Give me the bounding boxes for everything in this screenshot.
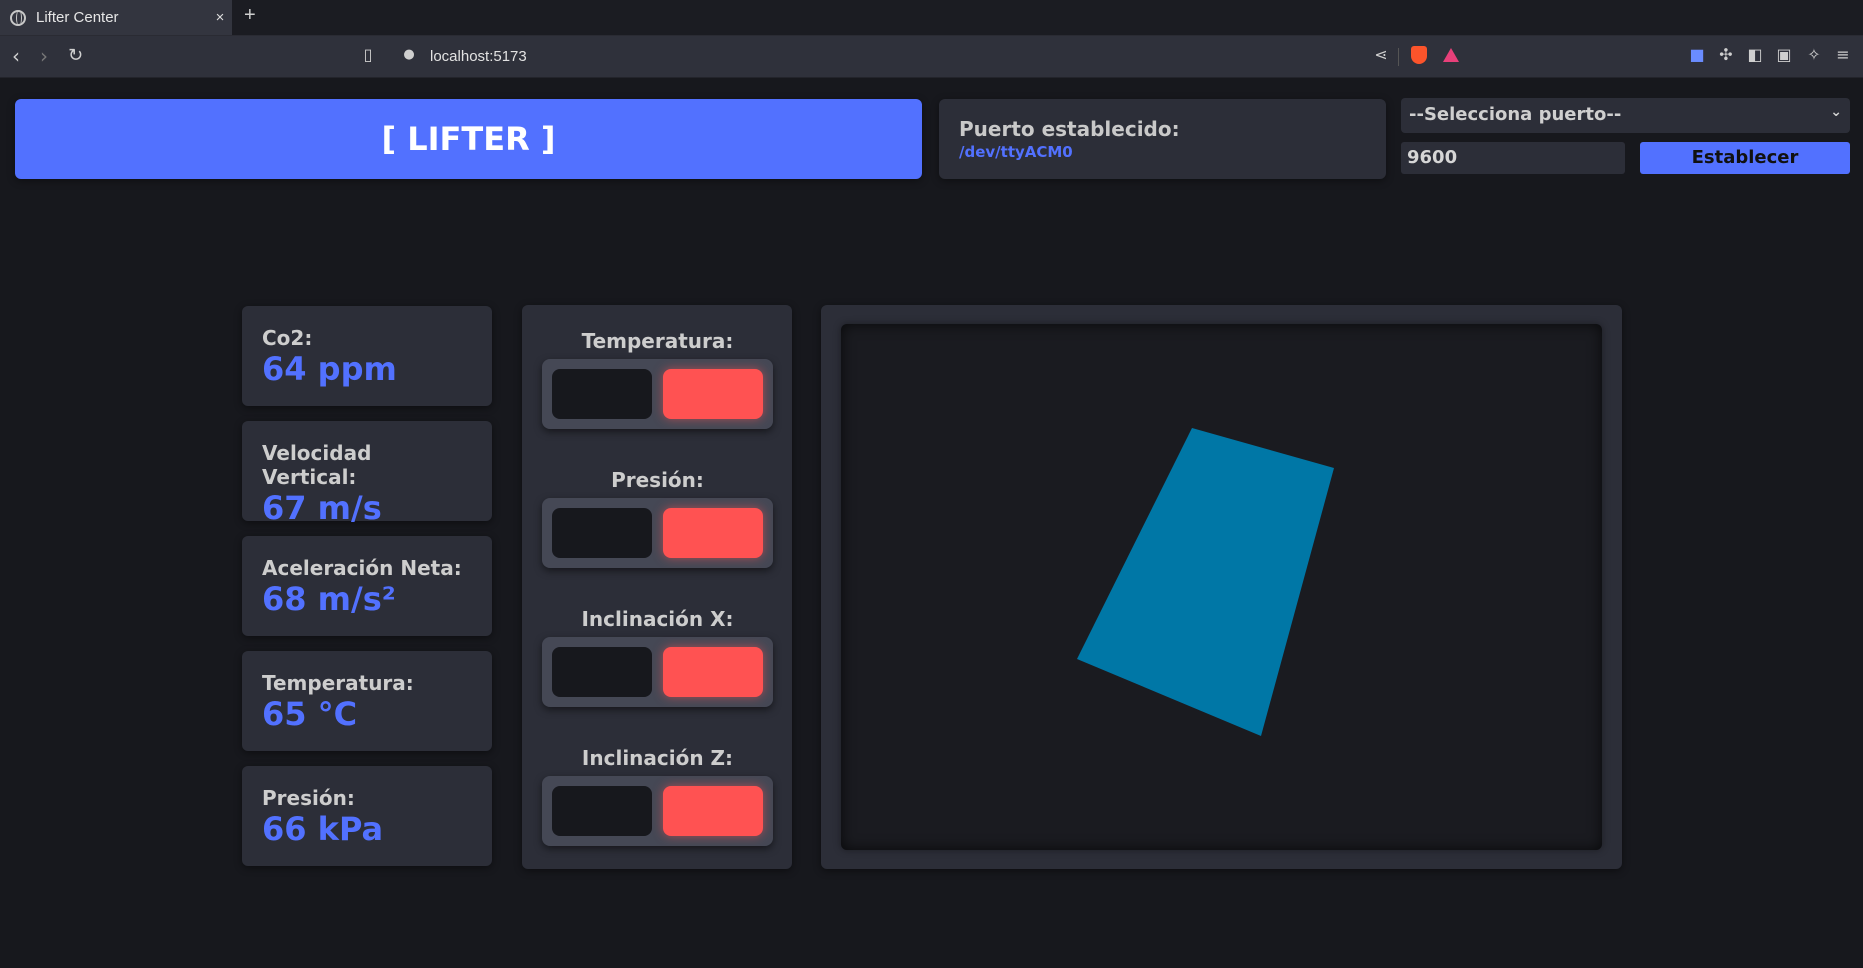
back-icon[interactable]: ‹ xyxy=(12,44,20,68)
forward-icon[interactable]: › xyxy=(40,44,48,68)
sidebar-icon[interactable]: ◧ xyxy=(1746,46,1764,64)
port-select[interactable]: --Selecciona puerto-- ⌄ xyxy=(1401,98,1850,133)
metric-value: 66 kPa xyxy=(262,810,384,848)
bookmark-icon[interactable]: ▯ xyxy=(359,46,377,64)
metric-value: 67 m/s xyxy=(262,489,382,527)
status-label: Inclinación Z: xyxy=(581,746,734,770)
metric-card-pressure: Presión: 66 kPa xyxy=(242,766,492,866)
toggle-alert-segment xyxy=(663,508,763,558)
status-label: Temperatura: xyxy=(581,329,734,353)
brave-shields-icon[interactable] xyxy=(1411,46,1427,64)
metric-value: 68 m/s² xyxy=(262,580,396,618)
set-port-button[interactable]: Establecer xyxy=(1640,142,1850,174)
port-status-card: Puerto establecido: /dev/ttyACM0 xyxy=(939,99,1386,179)
metric-value: 65 °C xyxy=(262,695,358,733)
baud-rate-input[interactable]: 9600 xyxy=(1401,142,1625,174)
port-status-value: /dev/ttyACM0 xyxy=(959,143,1073,161)
toggle-alert-segment xyxy=(663,369,763,419)
metric-label: Temperatura: xyxy=(262,671,414,695)
status-item-pressure: Presión: xyxy=(542,468,773,568)
brave-rewards-icon[interactable] xyxy=(1443,48,1459,62)
metric-card-co2: Co2: 64 ppm xyxy=(242,306,492,406)
port-status-label: Puerto establecido: xyxy=(959,117,1180,141)
address-bar: ‹ › ↻ ▯ ● localhost:5173 ⋖ ■ ✣ ◧ ▣ ✧ ≡ xyxy=(0,36,1863,78)
status-toggle[interactable] xyxy=(542,359,773,429)
status-item-temperature: Temperatura: xyxy=(542,329,773,429)
status-item-tilt-x: Inclinación X: xyxy=(542,607,773,707)
close-tab-icon[interactable]: × xyxy=(208,9,232,26)
url-input[interactable]: localhost:5173 xyxy=(430,48,527,65)
reload-icon[interactable]: ↻ xyxy=(68,45,83,66)
new-tab-button[interactable]: + xyxy=(244,4,256,27)
status-label: Presión: xyxy=(611,468,704,492)
chevron-down-icon: ⌄ xyxy=(1830,104,1842,120)
tab-title: Lifter Center xyxy=(36,9,119,26)
app-root: [ LIFTER ] Puerto establecido: /dev/ttyA… xyxy=(0,79,1863,968)
orientation-viewport[interactable] xyxy=(841,324,1602,850)
toolbar-divider xyxy=(1398,48,1399,66)
metric-card-net-acceleration: Aceleración Neta: 68 m/s² xyxy=(242,536,492,636)
metric-card-vertical-velocity: Velocidad Vertical: 67 m/s xyxy=(242,421,492,527)
status-toggle[interactable] xyxy=(542,498,773,568)
status-item-tilt-z: Inclinación Z: xyxy=(542,746,773,846)
metric-label: Presión: xyxy=(262,786,355,810)
info-icon[interactable]: ● xyxy=(400,46,418,64)
browser-tab[interactable]: Lifter Center × xyxy=(0,0,232,35)
status-toggle[interactable] xyxy=(542,776,773,846)
globe-icon xyxy=(10,9,26,26)
metric-label: Co2: xyxy=(262,326,313,350)
wallet-icon[interactable]: ▣ xyxy=(1775,46,1793,64)
metric-card-temperature: Temperatura: 65 °C xyxy=(242,651,492,751)
leo-icon[interactable]: ✧ xyxy=(1805,46,1823,64)
orientation-svg xyxy=(1077,428,1334,736)
metric-label: Velocidad Vertical: xyxy=(262,441,372,489)
toggle-off-segment xyxy=(552,508,652,558)
extension-icon[interactable]: ■ xyxy=(1688,46,1706,64)
status-label: Inclinación X: xyxy=(581,607,734,631)
lifter-3d-model xyxy=(1077,428,1334,736)
toggle-off-segment xyxy=(552,786,652,836)
orientation-panel xyxy=(821,305,1622,869)
puzzle-icon[interactable]: ✣ xyxy=(1717,46,1735,64)
status-panel: Temperatura: Presión: Inclinación X: Inc… xyxy=(522,305,792,869)
toggle-alert-segment xyxy=(663,786,763,836)
browser-tabbar: Lifter Center × + xyxy=(0,0,1863,36)
metric-value: 64 ppm xyxy=(262,350,397,388)
port-select-value: --Selecciona puerto-- xyxy=(1409,104,1622,125)
toggle-off-segment xyxy=(552,369,652,419)
toggle-alert-segment xyxy=(663,647,763,697)
share-icon[interactable]: ⋖ xyxy=(1372,46,1390,64)
app-title: [ LIFTER ] xyxy=(15,99,922,179)
toggle-off-segment xyxy=(552,647,652,697)
status-toggle[interactable] xyxy=(542,637,773,707)
menu-icon[interactable]: ≡ xyxy=(1834,46,1852,64)
metric-label: Aceleración Neta: xyxy=(262,556,462,580)
